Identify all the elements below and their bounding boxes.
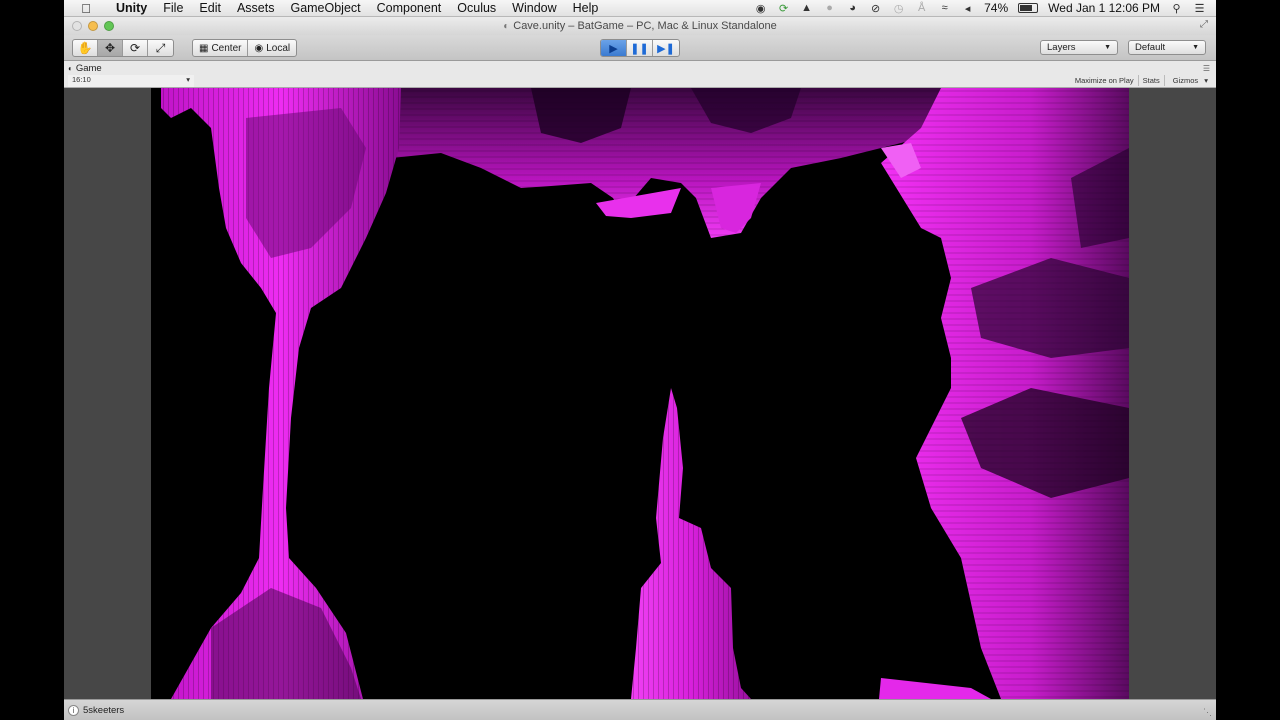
play-icon[interactable]: ▶ — [601, 40, 627, 56]
sync-icon[interactable]: ⟳ — [777, 2, 790, 15]
tab-menu-icon[interactable]: ☰ — [1203, 64, 1210, 73]
pivot-center-icon: ▦ — [199, 42, 209, 54]
battery-icon[interactable] — [1018, 3, 1039, 13]
pivot-toggles: ▦ Center ◉ Local — [192, 39, 298, 57]
zoom-icon[interactable] — [104, 21, 114, 31]
maximize-on-play-toggle[interactable]: Maximize on Play — [1071, 75, 1138, 86]
menu-gameobject[interactable]: GameObject — [282, 1, 368, 15]
notification-center-icon[interactable]: ☰ — [1193, 2, 1206, 15]
pivot-center-label: Center — [211, 42, 242, 54]
stats-toggle[interactable]: Stats — [1137, 75, 1164, 86]
aspect-ratio-label: 16:10 — [72, 75, 91, 84]
cave-right-wall — [879, 88, 1129, 699]
window-title-bar: ◐ Cave.unity – BatGame – PC, Mac & Linux… — [64, 17, 1216, 35]
info-icon: i — [68, 704, 79, 716]
rotate-tool-icon[interactable]: ⟳ — [123, 40, 148, 56]
wifi-icon[interactable]: ≈ — [938, 2, 951, 15]
pivot-local-label: Local — [266, 42, 291, 54]
spotlight-search-icon[interactable]: ⚲ — [1170, 2, 1183, 15]
menu-edit[interactable]: Edit — [191, 1, 229, 15]
hand-tool-icon[interactable]: ✋ — [73, 40, 98, 56]
close-icon[interactable] — [72, 21, 82, 31]
layout-label: Default — [1135, 42, 1166, 53]
layers-dropdown[interactable]: Layers ▼ — [1040, 40, 1118, 55]
menu-window[interactable]: Window — [504, 1, 564, 15]
console-message[interactable]: 5skeeters — [83, 705, 124, 716]
record-icon[interactable]: ◉ — [754, 2, 767, 15]
cave-scene — [151, 88, 1129, 699]
blocked-icon[interactable]: ⊘ — [869, 2, 882, 15]
status-bar: i 5skeeters ⋱ — [64, 699, 1216, 720]
game-view-options: Maximize on Play Stats Gizmos ▾ — [1071, 75, 1212, 86]
game-view-header: ◐ Game 16:10 ▾ ☰ Maximize on Play Stats … — [64, 61, 1216, 88]
drive-icon[interactable]: ▲ — [800, 2, 813, 15]
cave-stalagmite — [631, 388, 751, 699]
transform-tools: ✋ ✥ ⟳ ⤢ — [72, 39, 174, 57]
pivot-local-button[interactable]: ◉ Local — [248, 40, 296, 56]
notification-icon[interactable]: ● — [823, 2, 836, 15]
headphones-icon[interactable]: ◕ — [846, 2, 859, 15]
playback-controls: ▶ ❚❚ ▶❚ — [600, 39, 680, 57]
fullscreen-icon[interactable]: ⤢ — [1200, 19, 1208, 30]
menu-component[interactable]: Component — [369, 1, 450, 15]
scale-tool-icon[interactable]: ⤢ — [148, 40, 173, 56]
layout-dropdown[interactable]: Default ▼ — [1128, 40, 1206, 55]
layers-label: Layers — [1047, 42, 1076, 53]
gizmos-toggle[interactable]: Gizmos ▾ — [1163, 75, 1212, 86]
menu-app[interactable]: Unity — [108, 1, 155, 15]
chevron-down-icon: ▾ — [186, 75, 190, 84]
move-tool-icon[interactable]: ✥ — [98, 40, 123, 56]
menu-oculus[interactable]: Oculus — [449, 1, 504, 15]
window-controls — [72, 21, 114, 31]
unity-document-icon: ◐ — [503, 20, 510, 32]
resize-grip-icon[interactable]: ⋱ — [1203, 707, 1212, 718]
step-icon[interactable]: ▶❚ — [653, 40, 679, 56]
menu-help[interactable]: Help — [565, 1, 607, 15]
clock[interactable]: Wed Jan 1 12:06 PM — [1048, 1, 1160, 15]
menu-extras: ◉ ⟳ ▲ ● ◕ ⊘ ◷ Å ≈ ◂ 74% Wed Jan 1 12:06 … — [754, 1, 1216, 15]
battery-fill — [1020, 5, 1032, 11]
unity-toolbar: ✋ ✥ ⟳ ⤢ ▦ Center ◉ Local ▶ ❚❚ ▶❚ Layers … — [64, 35, 1216, 61]
game-viewport[interactable] — [151, 88, 1129, 699]
game-controller-icon: ◐ — [68, 64, 73, 73]
chevron-down-icon: ▼ — [1192, 44, 1199, 51]
battery-percent[interactable]: 74% — [984, 1, 1008, 15]
pause-icon[interactable]: ❚❚ — [627, 40, 653, 56]
time-machine-icon[interactable]: ◷ — [892, 2, 905, 15]
menu-assets[interactable]: Assets — [229, 1, 283, 15]
gizmos-label: Gizmos — [1172, 76, 1199, 85]
menu-bar:  Unity File Edit Assets GameObject Comp… — [64, 0, 1216, 17]
volume-icon[interactable]: ◂ — [961, 2, 974, 15]
cave-left-wall — [151, 88, 401, 699]
pivot-center-button[interactable]: ▦ Center — [193, 40, 249, 56]
minimize-icon[interactable] — [88, 21, 98, 31]
pivot-local-icon: ◉ — [254, 42, 264, 54]
bluetooth-icon[interactable]: Å — [915, 2, 928, 15]
aspect-ratio-dropdown[interactable]: 16:10 ▾ — [68, 75, 194, 87]
tab-game-label: Game — [75, 63, 102, 74]
chevron-down-icon: ▼ — [1104, 44, 1111, 51]
window-title: Cave.unity – BatGame – PC, Mac & Linux S… — [513, 20, 777, 32]
apple-menu-icon[interactable]:  — [64, 1, 108, 16]
tab-game[interactable]: ◐ Game — [68, 63, 102, 74]
menu-file[interactable]: File — [155, 1, 191, 15]
